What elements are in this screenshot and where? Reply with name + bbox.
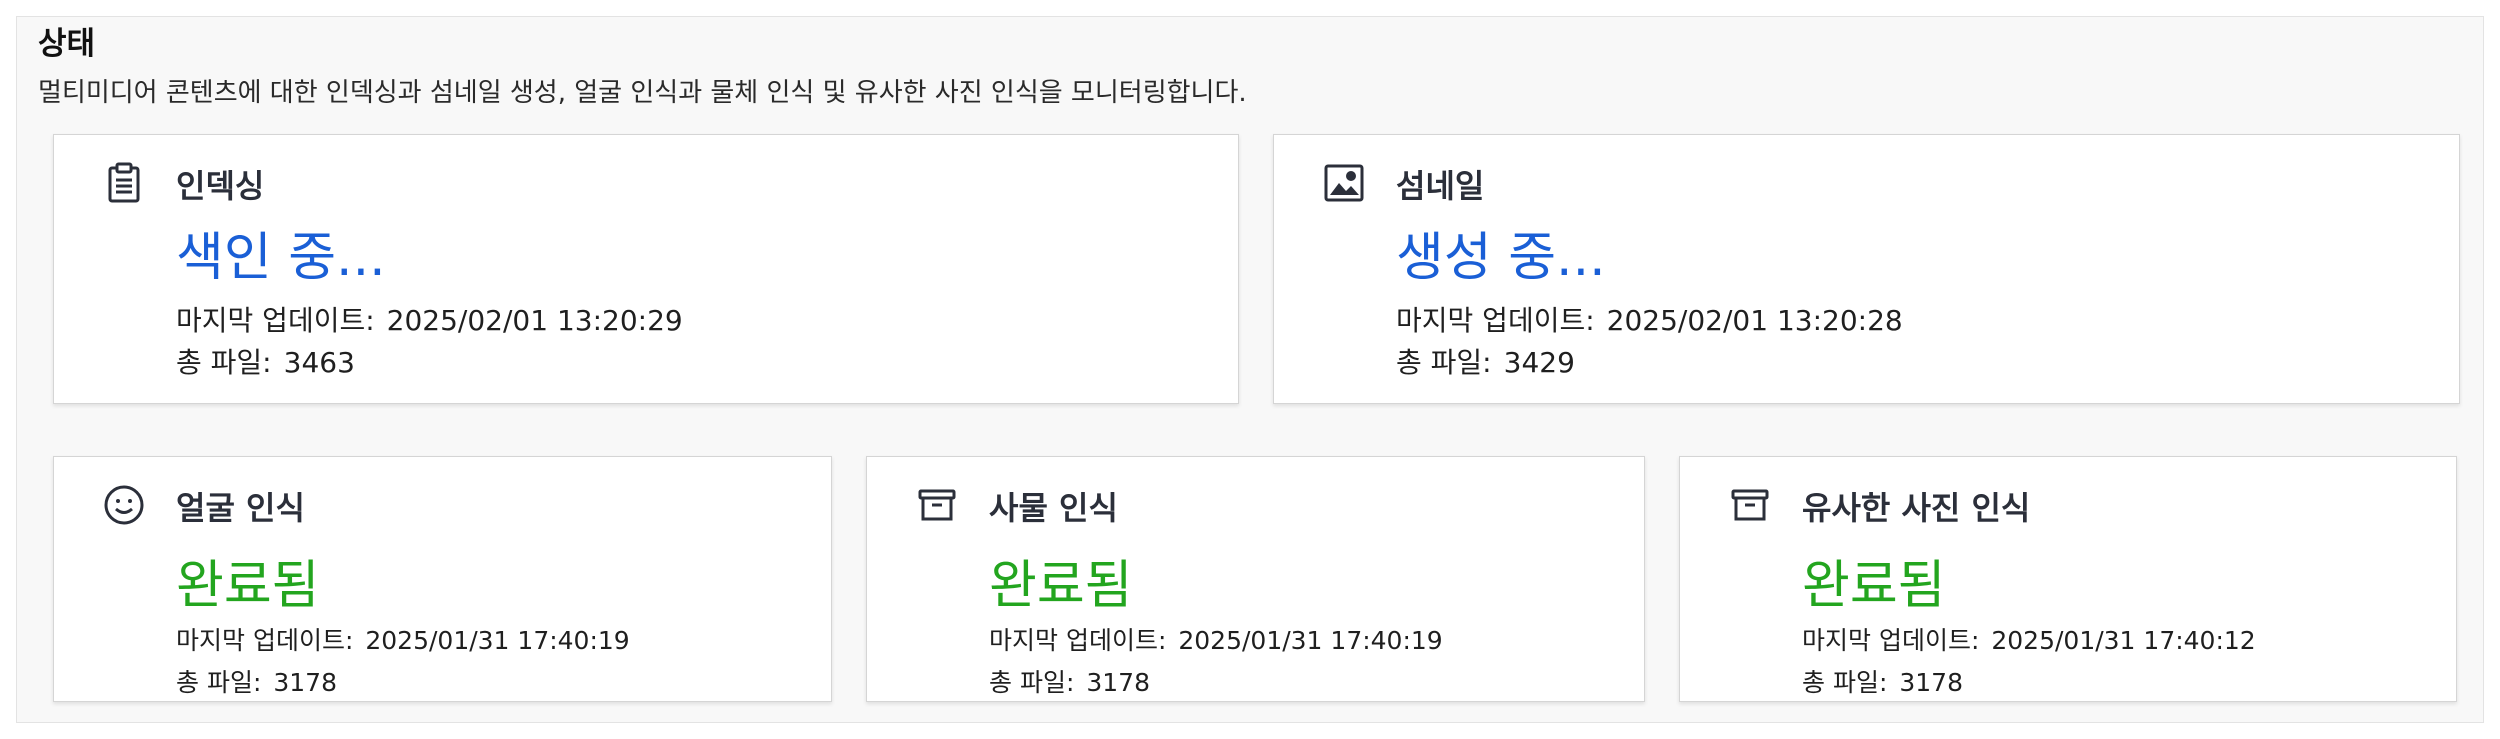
last-update-value: 2025/02/01 13:20:28: [1606, 304, 1903, 337]
status-text: 색인 중...: [176, 228, 386, 288]
total-files-row: 총 파일: 3178: [1802, 663, 1963, 699]
card-name: 얼굴 인식: [176, 489, 305, 527]
last-update-label: 마지막 업데이트:: [1802, 626, 1980, 655]
card-name: 유사한 사진 인식: [1802, 489, 2031, 527]
last-update-label: 마지막 업데이트:: [1396, 304, 1595, 337]
thumbnail-card: 섬네일 생성 중... 마지막 업데이트: 2025/02/01 13:20:28…: [1273, 134, 2460, 404]
total-files-label: 총 파일:: [176, 668, 262, 697]
total-files-value: 3429: [1503, 346, 1575, 379]
last-update-value: 2025/01/31 17:40:12: [1991, 626, 2256, 655]
image-icon: [1322, 161, 1366, 205]
status-text: 완료됨: [1802, 556, 1946, 616]
page-title: 상태: [38, 26, 96, 62]
card-name: 섬네일: [1396, 167, 1485, 205]
status-text: 완료됨: [989, 556, 1133, 616]
page-description: 멀티미디어 콘텐츠에 대한 인덱싱과 섬네일 생성, 얼굴 인식과 물체 인식 …: [38, 78, 1247, 108]
status-text: 생성 중...: [1396, 228, 1606, 288]
last-update-row: 마지막 업데이트: 2025/01/31 17:40:19: [989, 621, 1443, 657]
total-files-row: 총 파일: 3429: [1396, 341, 1575, 381]
total-files-row: 총 파일: 3463: [176, 341, 355, 381]
total-files-value: 3178: [273, 668, 337, 697]
face-recognition-card: 얼굴 인식 완료됨 마지막 업데이트: 2025/01/31 17:40:19 총…: [53, 456, 832, 702]
indexing-card: 인덱싱 색인 중... 마지막 업데이트: 2025/02/01 13:20:29…: [53, 134, 1239, 404]
total-files-label: 총 파일:: [176, 346, 272, 379]
total-files-label: 총 파일:: [1396, 346, 1492, 379]
last-update-value: 2025/01/31 17:40:19: [365, 626, 630, 655]
archive-box-icon: [915, 483, 959, 527]
last-update-row: 마지막 업데이트: 2025/02/01 13:20:28: [1396, 299, 1903, 339]
object-recognition-card: 사물 인식 완료됨 마지막 업데이트: 2025/01/31 17:40:19 총…: [866, 456, 1645, 702]
status-text: 완료됨: [176, 556, 320, 616]
last-update-value: 2025/02/01 13:20:29: [386, 304, 683, 337]
total-files-value: 3463: [283, 346, 355, 379]
similar-photo-recognition-card: 유사한 사진 인식 완료됨 마지막 업데이트: 2025/01/31 17:40:…: [1679, 456, 2457, 702]
last-update-row: 마지막 업데이트: 2025/01/31 17:40:12: [1802, 621, 2256, 657]
last-update-label: 마지막 업데이트:: [176, 626, 354, 655]
card-name: 인덱싱: [176, 167, 265, 205]
total-files-value: 3178: [1086, 668, 1150, 697]
last-update-label: 마지막 업데이트:: [176, 304, 375, 337]
last-update-row: 마지막 업데이트: 2025/01/31 17:40:19: [176, 621, 630, 657]
archive-box-icon: [1728, 483, 1772, 527]
card-name: 사물 인식: [989, 489, 1118, 527]
last-update-row: 마지막 업데이트: 2025/02/01 13:20:29: [176, 299, 683, 339]
last-update-label: 마지막 업데이트:: [989, 626, 1167, 655]
last-update-value: 2025/01/31 17:40:19: [1178, 626, 1443, 655]
smiley-face-icon: [102, 483, 146, 527]
total-files-row: 총 파일: 3178: [176, 663, 337, 699]
total-files-row: 총 파일: 3178: [989, 663, 1150, 699]
total-files-label: 총 파일:: [1802, 668, 1888, 697]
clipboard-icon: [102, 161, 146, 205]
total-files-value: 3178: [1899, 668, 1963, 697]
total-files-label: 총 파일:: [989, 668, 1075, 697]
